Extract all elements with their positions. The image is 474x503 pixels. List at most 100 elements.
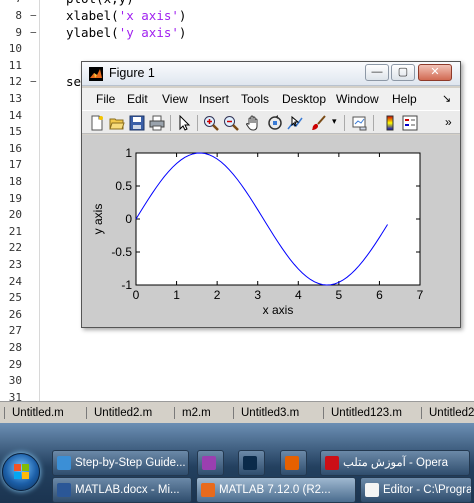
open-file-icon[interactable]: [109, 115, 125, 131]
breakpoint-marker-icon[interactable]: −: [30, 8, 38, 25]
y-tick-label: -0.5: [111, 245, 132, 259]
menu-window[interactable]: Window: [336, 92, 379, 106]
photoshop-icon: [243, 456, 257, 470]
line-number: 29: [8, 357, 22, 371]
editor-tab[interactable]: m2.m: [178, 404, 215, 422]
maximize-button[interactable]: ▢: [391, 64, 415, 81]
matlab-icon: [201, 483, 215, 497]
close-button[interactable]: ✕: [418, 64, 452, 81]
tab-separator: [4, 407, 5, 419]
line-number: 11: [8, 58, 22, 72]
menu-view[interactable]: View: [162, 92, 188, 106]
figure-canvas[interactable]: 0 1 2 3 4 5 6 7 -1 -0.5 0 0.5 1 x axis y axis: [82, 135, 460, 327]
ie-icon: [57, 456, 71, 470]
code-line[interactable]: se: [66, 74, 81, 91]
editor-tab[interactable]: Untitled2: [425, 404, 474, 422]
menu-overflow-icon[interactable]: ↘: [442, 92, 451, 105]
y-tick-label: 0: [125, 212, 132, 226]
line-number: 14: [8, 108, 22, 122]
taskbar-button[interactable]: آموزش متلب - Opera: [320, 450, 470, 476]
taskbar-button[interactable]: [197, 450, 224, 476]
onenote-icon: [202, 456, 216, 470]
code-line[interactable]: ylabel('y axis'): [66, 25, 186, 42]
x-tick-label: 0: [133, 288, 140, 302]
editor-tab[interactable]: Untitled2.m: [90, 404, 156, 422]
line-number: 17: [8, 158, 22, 172]
editor-icon: [365, 483, 379, 497]
tab-separator: [421, 407, 422, 419]
line-number: 24: [8, 274, 22, 288]
line-number: 8: [15, 9, 22, 22]
sine-plot: 0 1 2 3 4 5 6 7 -1 -0.5 0 0.5 1 x axis y axis: [91, 146, 424, 317]
line-number: 26: [8, 307, 22, 321]
menu-file[interactable]: File: [96, 92, 115, 106]
x-axis-label: x axis: [263, 303, 294, 317]
code-token: ): [178, 24, 187, 40]
line-number: 16: [8, 141, 22, 155]
line-number: 7: [0, 0, 22, 8]
zoom-out-icon[interactable]: [223, 115, 239, 131]
figure-window[interactable]: Figure 1 — ▢ ✕ File Edit View Insert Too…: [81, 61, 461, 328]
data-cursor-icon[interactable]: [287, 115, 303, 131]
toolbar-separator: [170, 115, 171, 131]
x-tick-label: 4: [295, 288, 302, 302]
x-tick-label: 7: [417, 288, 424, 302]
menu-desktop[interactable]: Desktop: [282, 92, 326, 106]
breakpoint-marker-icon[interactable]: −: [30, 74, 38, 91]
plot-axes-box: [135, 152, 421, 286]
menu-edit[interactable]: Edit: [127, 92, 148, 106]
save-icon[interactable]: [129, 115, 145, 131]
taskbar-button[interactable]: Editor - C:\Program ...: [360, 477, 472, 503]
taskbar-button[interactable]: [280, 450, 307, 476]
line-number: 15: [8, 125, 22, 139]
brush-icon[interactable]: [311, 115, 327, 131]
link-plot-icon[interactable]: [352, 115, 368, 131]
code-token: ylabel(: [66, 24, 119, 40]
taskbar-button[interactable]: Step-by-Step Guide...: [52, 450, 189, 476]
editor-tab[interactable]: Untitled.m: [8, 404, 68, 422]
line-number: 9: [15, 25, 22, 39]
rotate-3d-icon[interactable]: [267, 115, 283, 131]
figure-menu-bar: File Edit View Insert Tools Desktop Wind…: [82, 88, 460, 110]
line-number: 22: [8, 241, 22, 255]
line-number: 18: [8, 175, 22, 188]
toolbar-separator: [344, 115, 345, 131]
code-token: xlabel(: [66, 8, 119, 23]
taskbar-button-label: MATLAB.docx - Mi...: [75, 484, 180, 496]
new-figure-icon[interactable]: [89, 115, 105, 131]
editor-tab[interactable]: Untitled3.m: [237, 404, 303, 422]
print-icon[interactable]: [149, 115, 165, 131]
code-string: 'x axis': [118, 8, 179, 23]
taskbar-button[interactable]: MATLAB.docx - Mi...: [52, 477, 192, 503]
line-number: 25: [8, 291, 22, 305]
edit-plot-icon[interactable]: [176, 115, 192, 131]
line-number: 28: [8, 341, 22, 354]
line-number: 12: [8, 75, 22, 89]
menu-help[interactable]: Help: [392, 92, 417, 106]
line-number: 20: [8, 208, 22, 222]
brush-dropdown-icon[interactable]: ▾: [332, 116, 337, 127]
pan-icon[interactable]: [245, 115, 261, 131]
line-number: 30: [8, 374, 22, 388]
tab-separator: [233, 407, 234, 419]
legend-icon[interactable]: [402, 115, 418, 131]
code-token: se: [66, 74, 82, 90]
figure-title-bar[interactable]: Figure 1 — ▢ ✕: [82, 62, 460, 86]
taskbar-button[interactable]: MATLAB 7.12.0 (R2...: [196, 477, 356, 503]
tab-separator: [174, 407, 175, 419]
menu-insert[interactable]: Insert: [199, 92, 229, 106]
start-button[interactable]: [2, 453, 40, 491]
colorbar-icon[interactable]: [382, 115, 398, 131]
toolbar-overflow-icon[interactable]: »: [445, 115, 452, 129]
minimize-button[interactable]: —: [365, 64, 389, 81]
zoom-in-icon[interactable]: [203, 115, 219, 131]
menu-tools[interactable]: Tools: [241, 92, 269, 106]
code-line[interactable]: plot(x,y): [66, 0, 134, 8]
line-number: 31: [8, 390, 22, 401]
code-line[interactable]: xlabel('x axis'): [66, 8, 186, 25]
taskbar-button[interactable]: [238, 450, 265, 476]
editor-tab[interactable]: Untitled123.m: [327, 404, 406, 422]
y-axis-label: y axis: [91, 204, 105, 235]
breakpoint-marker-icon[interactable]: −: [30, 25, 38, 42]
y-tick-label: 0.5: [115, 179, 132, 193]
